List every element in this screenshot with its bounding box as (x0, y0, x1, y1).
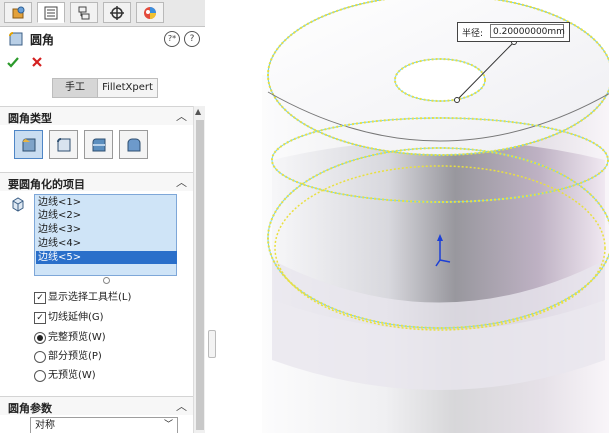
no-preview-label: 无预览(W) (48, 370, 96, 381)
edge-selection-icon (12, 197, 24, 212)
splitter-grip[interactable] (208, 330, 216, 358)
constant-size-fillet-icon (22, 138, 35, 151)
property-manager-panel: 圆角 ?* ? 手工 FilletXpert 圆角类型 ︿ 要圆角化的项目 ︿ … (0, 0, 206, 433)
feature-title-row: 圆角 ?* ? (0, 28, 205, 50)
scrollbar-thumb[interactable] (196, 120, 204, 430)
manager-tab-bar (0, 0, 205, 27)
property-manager-tab[interactable] (37, 2, 65, 23)
graphics-area[interactable]: 半径: 0.20000000mm (217, 0, 609, 433)
what-is-new-icon[interactable]: ?* (164, 31, 180, 47)
feature-manager-icon (12, 6, 25, 18)
list-item-selected[interactable]: 边线<5> (36, 251, 177, 264)
radius-callout: 半径: 0.20000000mm (457, 22, 570, 42)
variable-size-fillet-icon (56, 137, 70, 151)
fillet-method-value: 对称 (35, 420, 55, 431)
model-viewport[interactable] (217, 0, 609, 433)
face-fillet-icon (92, 138, 105, 151)
edge-selection-list[interactable]: 边线<1> 边线<2> 边线<3> 边线<4> 边线<5> (34, 194, 177, 276)
list-item[interactable]: 边线<4> (36, 237, 177, 250)
collapse-caret-icon[interactable]: ︿ (176, 398, 187, 414)
items-to-fillet-header[interactable]: 要圆角化的项目 ︿ (0, 172, 193, 191)
ok-check-icon[interactable] (6, 55, 20, 69)
fillet-type-group: 圆角类型 ︿ (0, 106, 193, 166)
radio-unselected[interactable] (34, 351, 46, 363)
items-to-fillet-label: 要圆角化的项目 (8, 178, 85, 191)
property-manager-icon (44, 6, 58, 19)
configuration-manager-icon (78, 6, 90, 19)
tab-manual[interactable]: 手工 (53, 79, 98, 97)
fillet-type-header[interactable]: 圆角类型 ︿ (0, 106, 193, 125)
leader-anchor[interactable] (454, 97, 460, 103)
tab-filletxpert[interactable]: FilletXpert (98, 79, 157, 97)
radio-unselected[interactable] (34, 370, 46, 382)
radius-label: 半径: (462, 29, 484, 39)
panel-splitter[interactable] (205, 0, 217, 433)
display-manager-icon (144, 6, 156, 19)
dimxpert-tab[interactable] (103, 2, 131, 23)
list-item[interactable]: 边线<1> (36, 196, 177, 209)
variable-size-fillet-button[interactable] (49, 130, 78, 159)
help-icon[interactable]: ? (184, 31, 200, 47)
partial-preview-label: 部分预览(P) (48, 351, 102, 362)
constant-size-fillet-button[interactable] (14, 130, 43, 159)
mode-tabs: 手工 FilletXpert (52, 78, 158, 98)
fillet-method-select[interactable]: 对称 ﹀ (30, 417, 178, 433)
fillet-parameters-label: 圆角参数 (8, 402, 52, 415)
fillet-icon (9, 32, 23, 46)
collapse-caret-icon[interactable]: ︿ (176, 108, 187, 124)
checkbox-checked[interactable]: ✓ (34, 312, 46, 324)
full-round-fillet-button[interactable] (119, 130, 148, 159)
cancel-x-icon[interactable] (30, 55, 44, 69)
dimxpert-icon (110, 5, 124, 20)
full-preview-label: 完整预览(W) (48, 332, 106, 343)
fillet-parameters-header[interactable]: 圆角参数 ︿ (0, 396, 193, 415)
list-item[interactable]: 边线<2> (36, 209, 177, 222)
fillet-type-label: 圆角类型 (8, 112, 52, 125)
tangent-propagation-label: 切线延伸(G) (48, 312, 104, 323)
face-fillet-button[interactable] (84, 130, 113, 159)
radius-value-input[interactable]: 0.20000000mm (490, 24, 565, 38)
chevron-down-icon: ﹀ (163, 420, 173, 430)
checkbox-checked[interactable]: ✓ (34, 292, 46, 304)
show-selection-toolbar-label: 显示选择工具栏(L) (48, 292, 132, 303)
configuration-manager-tab[interactable] (70, 2, 98, 23)
list-resize-handle[interactable] (103, 277, 110, 284)
feature-title: 圆角 (30, 33, 55, 47)
collapse-caret-icon[interactable]: ︿ (176, 174, 187, 190)
list-item[interactable]: 边线<3> (36, 223, 177, 236)
display-manager-tab[interactable] (136, 2, 164, 23)
scroll-up-icon[interactable]: ▲ (195, 107, 201, 116)
feature-manager-tab[interactable] (4, 2, 32, 23)
radio-selected[interactable] (34, 332, 46, 344)
full-round-fillet-icon (127, 138, 140, 151)
confirm-row (0, 52, 205, 72)
